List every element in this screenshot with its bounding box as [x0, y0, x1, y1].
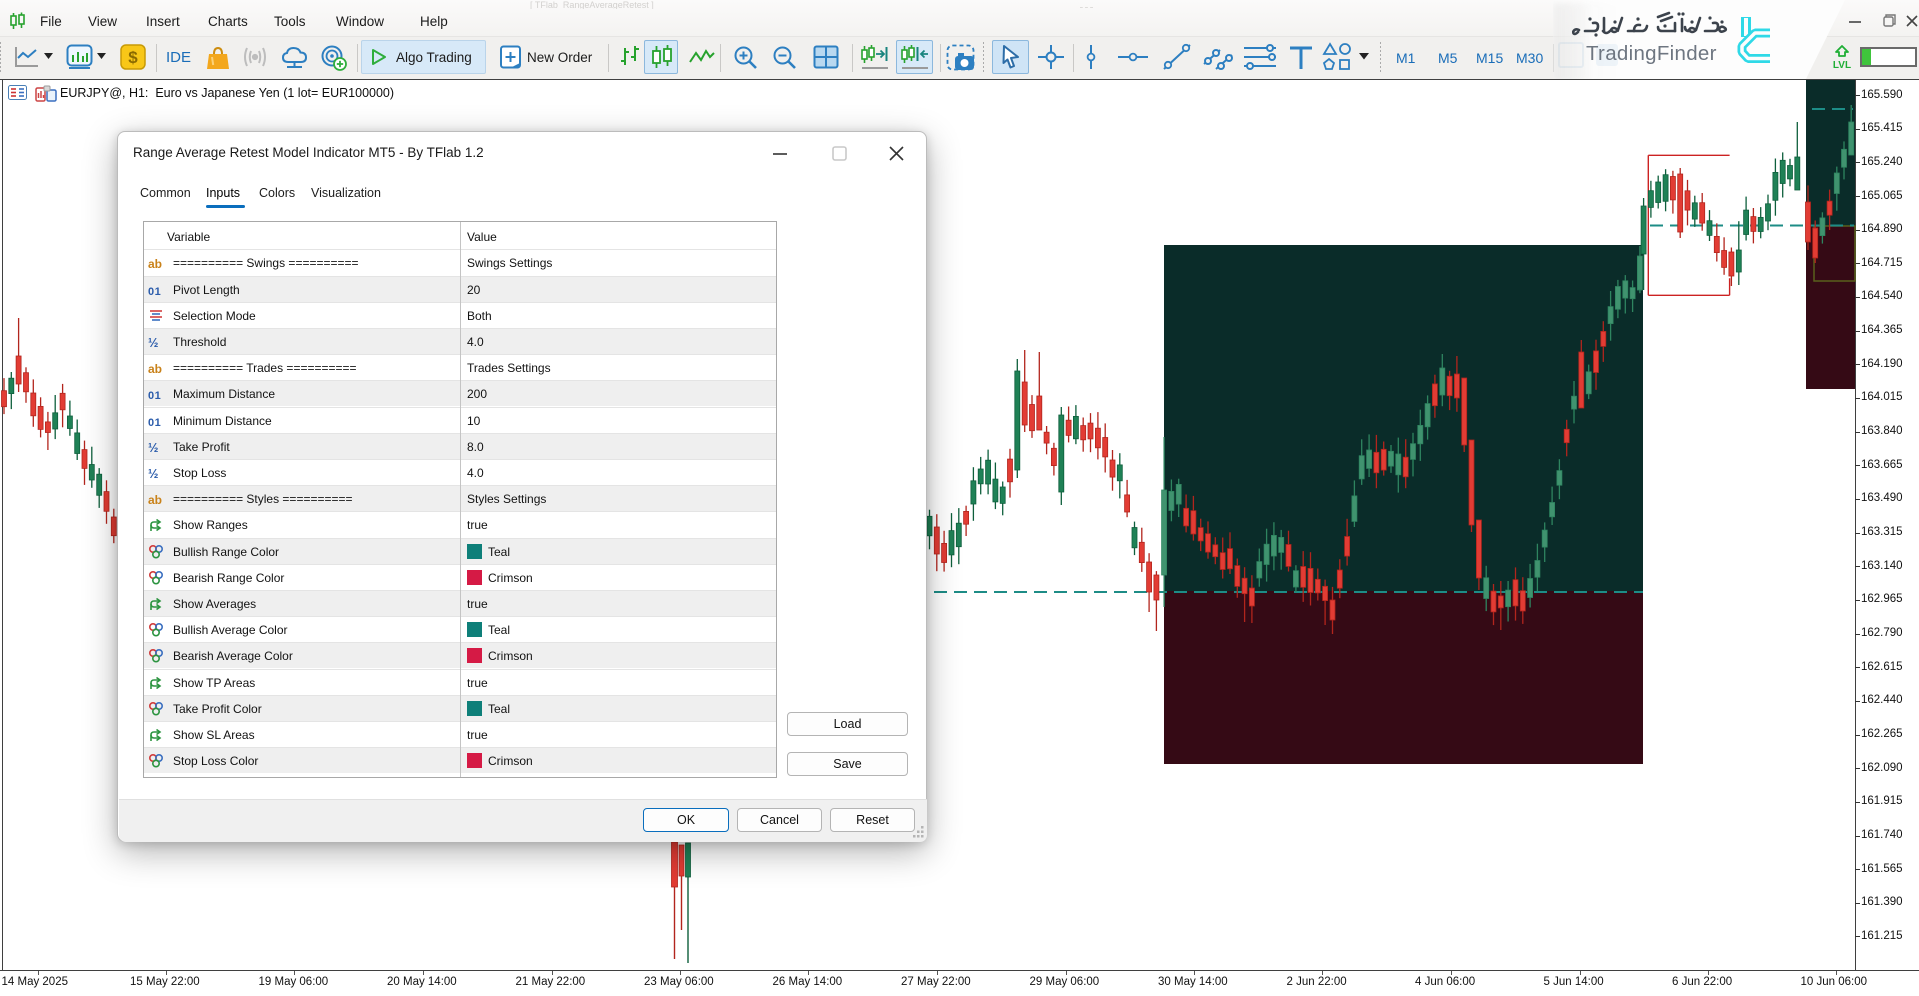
- svg-text:LVL: LVL: [1833, 60, 1851, 70]
- svg-text:$: $: [128, 48, 138, 67]
